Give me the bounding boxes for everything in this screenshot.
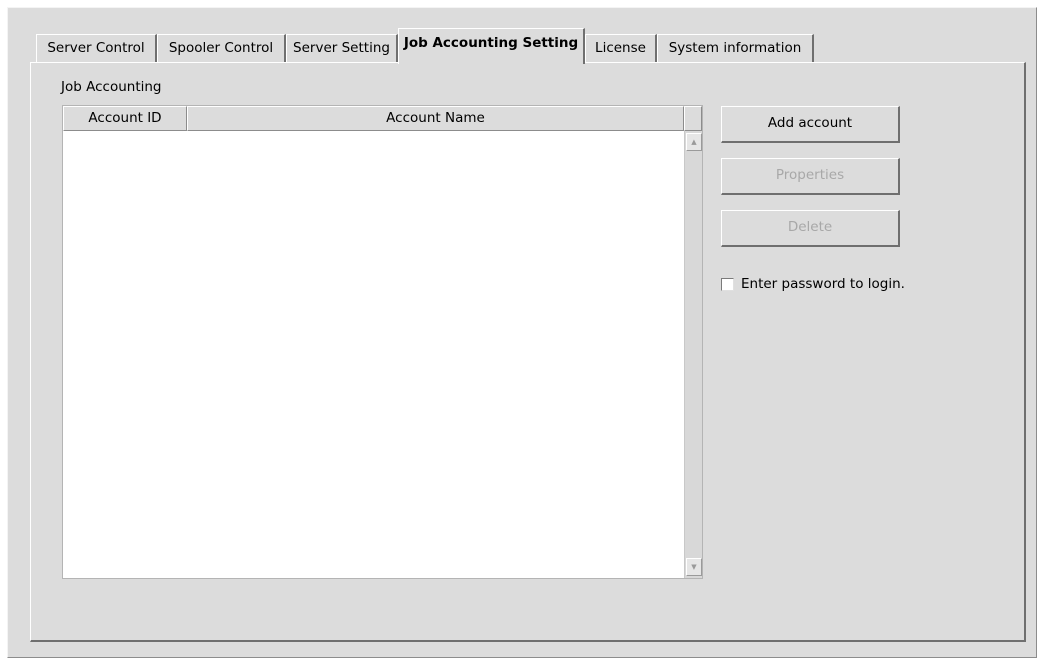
header-corner <box>684 106 702 131</box>
server-window: Server Control Spooler Control Server Se… <box>7 7 1037 658</box>
add-account-button[interactable]: Add account <box>721 106 900 143</box>
enter-password-checkbox[interactable] <box>721 277 734 291</box>
tab-job-accounting-setting[interactable]: Job Accounting Setting <box>398 28 585 64</box>
tab-server-setting[interactable]: Server Setting <box>286 34 398 62</box>
tab-server-control[interactable]: Server Control <box>36 34 157 62</box>
scroll-down-arrow-icon[interactable]: ▼ <box>686 558 702 576</box>
column-header-account-name[interactable]: Account Name <box>187 106 684 131</box>
tab-license[interactable]: License <box>585 34 657 62</box>
job-accounting-panel: Job Accounting Account ID Account Name ▲… <box>30 62 1026 642</box>
column-header-account-id[interactable]: Account ID <box>63 106 187 131</box>
vertical-scrollbar[interactable]: ▲ ▼ <box>684 131 702 578</box>
table-header: Account ID Account Name <box>63 106 702 131</box>
tab-spooler-control[interactable]: Spooler Control <box>157 34 286 62</box>
properties-button[interactable]: Properties <box>721 158 900 195</box>
tab-strip: Server Control Spooler Control Server Se… <box>32 28 932 64</box>
accounts-table: Account ID Account Name ▲ ▼ <box>62 105 703 579</box>
table-body[interactable] <box>63 131 684 578</box>
scroll-up-arrow-icon[interactable]: ▲ <box>686 133 702 151</box>
tab-system-information[interactable]: System information <box>657 34 814 62</box>
delete-button[interactable]: Delete <box>721 210 900 247</box>
enter-password-checkbox-row[interactable]: Enter password to login. <box>721 275 905 293</box>
enter-password-label: Enter password to login. <box>741 276 905 292</box>
group-label: Job Accounting <box>61 79 162 95</box>
